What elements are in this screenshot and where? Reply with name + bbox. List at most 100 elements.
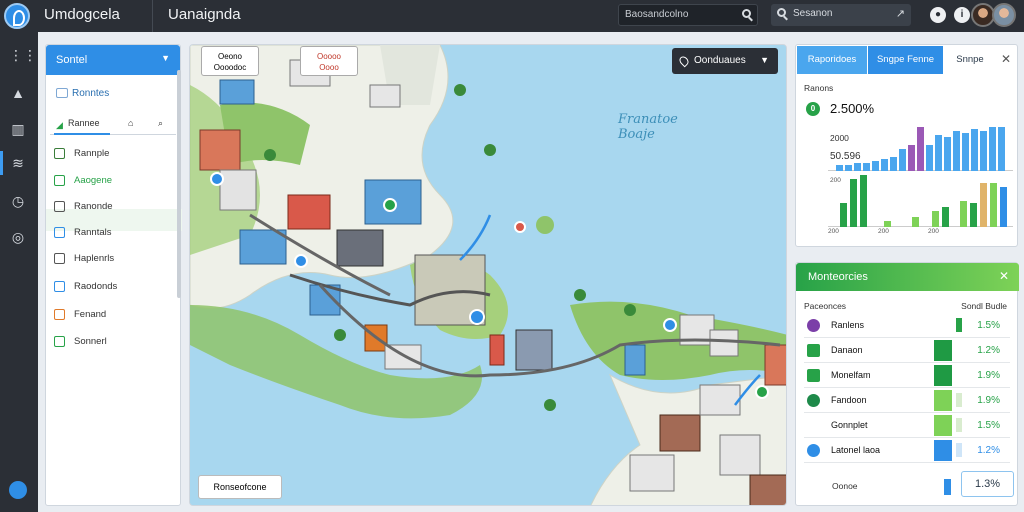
folder-icon [56, 88, 68, 98]
chart-bar [935, 135, 942, 171]
list-item[interactable]: Fenand [54, 308, 106, 324]
row-bar [934, 340, 952, 361]
scrollbar[interactable] [177, 70, 181, 298]
row-percent: 1.9% [977, 370, 1000, 381]
chart-bar [908, 145, 915, 171]
row-name: Danaon [831, 345, 863, 355]
table-row[interactable]: Danaon 1.2% [804, 338, 1010, 363]
panel-header-dropdown[interactable]: Sontel ▼ [46, 45, 180, 75]
list-item[interactable]: Ranonde [54, 200, 113, 216]
map-callout[interactable]: Oeono Oooodoc [201, 46, 259, 76]
lock-icon[interactable]: ⌂ [128, 115, 133, 135]
app-logo-icon[interactable] [4, 3, 30, 29]
chart-bar [944, 137, 951, 171]
table-row[interactable]: Monelfam 1.9% [804, 363, 1010, 388]
table-row[interactable]: Latonel laoa 1.2% [804, 438, 1010, 463]
row-name: Ranlens [831, 320, 865, 330]
search-input[interactable]: Baosandcolno [618, 4, 758, 26]
globe-icon[interactable]: ◎ [9, 228, 27, 246]
divider [152, 0, 153, 32]
kpi-icon: 0 [806, 102, 820, 116]
tab-snnpe[interactable]: Snnpe [946, 46, 994, 74]
page-title: Uanaignda [168, 6, 241, 23]
sub-item[interactable]: Ronntes [56, 88, 109, 99]
left-panel: Sontel ▼ Ronntes ◢ Rannee ⌂ ⌕ Rannple Aa… [45, 44, 182, 506]
expand-arrow-icon[interactable]: ↗ [896, 7, 905, 20]
building-icon[interactable]: ▥ [9, 120, 27, 138]
chart-bar [840, 203, 847, 227]
grid-icon[interactable]: ⋮⋮ [9, 46, 37, 64]
chart-bar [890, 157, 897, 171]
map-callout[interactable]: Ooooo Oooo [300, 46, 358, 76]
status-icon [807, 394, 820, 407]
water-label-line: Boaje [618, 127, 655, 142]
table-row[interactable]: Fandoon 1.9% [804, 388, 1010, 413]
chart-bar [980, 183, 987, 227]
layers-icon[interactable]: ≋ [9, 154, 27, 172]
list-item[interactable]: Haplenrls [54, 252, 114, 268]
map-bottom-button[interactable]: Ronseofcone [198, 475, 282, 499]
row-indicator [956, 318, 962, 332]
panel-header-label: Sontel [56, 54, 88, 66]
list-item[interactable]: Sonnerl [54, 335, 107, 351]
chevron-down-icon: ▼ [760, 55, 769, 65]
chart-bar [850, 179, 857, 227]
y-tick-label: 200 [830, 177, 841, 184]
row-percent: 1.2% [977, 345, 1000, 356]
clock-icon[interactable]: ◷ [9, 192, 27, 210]
list-item[interactable]: Raodonds [54, 280, 117, 296]
column-header: Sondl Budle [961, 301, 1007, 311]
help-icon[interactable]: i [954, 7, 970, 23]
chart-bar [860, 175, 867, 227]
chart-bar [971, 129, 978, 171]
map-canvas[interactable]: Oeono Oooodoc Ooooo Oooo Oonduaues ▼ Fra… [189, 44, 787, 506]
mountain-icon[interactable]: ▲ [9, 84, 27, 102]
tab-label: Rannee [68, 118, 100, 128]
close-icon[interactable]: ✕ [999, 269, 1009, 283]
chart-bar [980, 131, 987, 171]
list-item-label: Fenand [74, 309, 107, 320]
secondary-search-input[interactable]: Sesanon ↗ [771, 4, 911, 26]
chart-bar [970, 203, 977, 227]
tab-list[interactable]: ◢ Rannee [54, 115, 110, 135]
panel-header-label: Monteorcies [808, 271, 868, 283]
chart-bar [932, 211, 939, 227]
list-item-label: Ranntals [74, 227, 112, 238]
callout-line: Oooo [319, 63, 339, 72]
chart-bar [912, 217, 919, 227]
tab-single-fence[interactable]: Sngpe Fenne [868, 46, 943, 74]
list-item-label: Ranonde [74, 201, 113, 212]
row-bar [934, 415, 952, 436]
x-tick-label: 200 [828, 228, 839, 235]
row-percent: 1.5% [977, 320, 1000, 331]
row-name: Latonel laoa [831, 445, 881, 455]
search-icon [777, 8, 786, 20]
statistics-panel: Raporidoes Sngpe Fenne Snnpe ✕ Ranons 0 … [795, 44, 1018, 247]
list-item[interactable]: Rannple [54, 147, 109, 163]
search-icon[interactable] [742, 9, 751, 21]
avatar[interactable] [992, 3, 1016, 27]
location-dropdown-button[interactable]: Oonduaues ▼ [672, 48, 778, 74]
app-title: Umdogcela [44, 6, 120, 23]
kpi-label: Ranons [804, 83, 834, 93]
notifications-icon[interactable]: ● [930, 7, 946, 23]
chart-bar [854, 163, 861, 171]
footer-bar [944, 479, 951, 495]
search-icon[interactable]: ⌕ [158, 115, 163, 135]
chart-bar [942, 207, 949, 227]
close-icon[interactable]: ✕ [1001, 52, 1011, 66]
leaf-icon: ◢ [56, 120, 63, 130]
panel-header: Monteorcies ✕ [796, 263, 1019, 291]
list-item-selected[interactable]: Aaogene [54, 174, 112, 190]
chart-bar [845, 165, 852, 171]
account-icon[interactable] [9, 481, 27, 499]
footer-value-box[interactable]: 1.3% [961, 471, 1014, 497]
row-indicator [956, 443, 962, 457]
chart-bar [1000, 187, 1007, 227]
list-item[interactable]: Ranntals [54, 226, 112, 242]
row-bar [934, 440, 952, 461]
table-row[interactable]: Gonnplet 1.5% [804, 413, 1010, 438]
tab-reports[interactable]: Raporidoes [797, 46, 867, 74]
search-input-text: Baosandcolno [625, 9, 689, 20]
table-row[interactable]: Ranlens 1.5% [804, 313, 1010, 338]
